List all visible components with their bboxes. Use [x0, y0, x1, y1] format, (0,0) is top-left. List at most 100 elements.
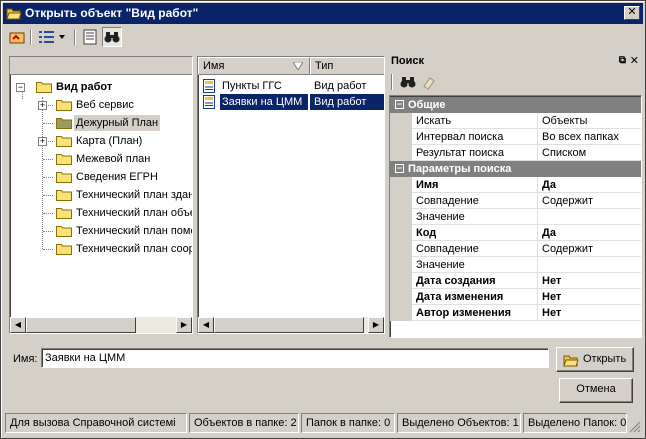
property-gutter: [390, 241, 412, 257]
search-binoculars-icon: [104, 32, 120, 43]
property-row[interactable]: Искать Объекты: [390, 113, 641, 129]
list-item[interactable]: Заявки на ЦММ Вид работ: [198, 94, 384, 110]
toolbar-separator: [74, 29, 76, 45]
tree-item[interactable]: + Карта (План): [10, 133, 192, 149]
property-row[interactable]: Совпадение Содержит: [390, 241, 641, 257]
up-folder-button[interactable]: [7, 27, 27, 47]
property-value[interactable]: Нет: [542, 273, 641, 289]
work-type-icon: [203, 79, 215, 93]
property-gutter: [390, 225, 412, 241]
property-value[interactable]: Нет: [542, 305, 641, 321]
expand-toggle[interactable]: +: [38, 137, 47, 146]
property-row[interactable]: Дата создания Нет: [390, 273, 641, 289]
clear-eraser-icon[interactable]: [421, 74, 437, 90]
find-binoculars-icon[interactable]: [399, 74, 417, 90]
tree-item[interactable]: Технический план соор: [10, 241, 192, 257]
scroll-right-button[interactable]: ▶: [368, 317, 384, 333]
property-key: Код: [416, 225, 538, 241]
tree-item-label: Карта (План): [76, 135, 143, 147]
column-header-type[interactable]: Тип: [310, 57, 384, 75]
property-row[interactable]: Совпадение Содержит: [390, 193, 641, 209]
tree-line: [43, 195, 53, 196]
collapse-toggle[interactable]: −: [395, 164, 404, 173]
list-horizontal-scrollbar[interactable]: ◀ ▶: [198, 317, 384, 333]
properties-button[interactable]: [80, 27, 100, 47]
tree-item[interactable]: Технический план поме: [10, 223, 192, 239]
column-header-name[interactable]: Имя: [198, 57, 310, 75]
list-item[interactable]: Пункты ГГС Вид работ: [198, 78, 384, 94]
scroll-thumb[interactable]: [214, 317, 364, 333]
folder-icon: [56, 190, 72, 201]
property-row[interactable]: Автор изменения Нет: [390, 305, 641, 321]
collapse-toggle[interactable]: −: [16, 83, 25, 92]
column-type-label: Тип: [315, 60, 334, 72]
property-value[interactable]: Нет: [542, 289, 641, 305]
tree-item-label: Технический план соор: [76, 243, 193, 255]
property-row[interactable]: Интервал поиска Во всех папках: [390, 129, 641, 145]
tree-item-label: Технический план здан: [76, 189, 193, 201]
tree-horizontal-scrollbar[interactable]: ◀ ▶: [10, 317, 192, 333]
property-value[interactable]: Объекты: [542, 113, 641, 129]
property-value[interactable]: Да: [542, 225, 641, 241]
status-folders-count: Папок в папке: 0: [301, 413, 395, 433]
property-row[interactable]: Значение: [390, 209, 641, 225]
property-key: Совпадение: [416, 193, 538, 209]
tree-item-label: Межевой план: [76, 153, 151, 165]
property-category[interactable]: − Параметры поиска: [390, 161, 641, 177]
open-object-dialog: Открыть объект "Вид работ" ✕ − Вид работ…: [0, 0, 646, 439]
close-panel-icon[interactable]: ✕: [630, 52, 639, 70]
window-title: Открыть объект "Вид работ": [25, 6, 199, 20]
property-value[interactable]: Содержит: [542, 241, 641, 257]
tree-item[interactable]: Технический план здан: [10, 187, 192, 203]
property-gutter: [390, 113, 412, 129]
list-item-type: Вид работ: [310, 94, 384, 110]
tree-line: [43, 231, 53, 232]
toolbar-separator: [30, 29, 32, 45]
scroll-left-button[interactable]: ◀: [198, 317, 214, 333]
property-row[interactable]: Дата изменения Нет: [390, 289, 641, 305]
property-value[interactable]: Во всех папках: [542, 129, 641, 145]
properties-icon: [83, 29, 97, 45]
search-panel: Поиск ⧉ ✕ − Общие Искать Объекты Интервал по…: [389, 52, 642, 338]
sort-arrow-icon: [293, 62, 303, 70]
scroll-left-button[interactable]: ◀: [10, 317, 26, 333]
property-value[interactable]: Да: [542, 177, 641, 193]
scroll-right-button[interactable]: ▶: [176, 317, 192, 333]
property-value[interactable]: Списком: [542, 145, 641, 161]
close-button[interactable]: ✕: [624, 6, 640, 20]
toolbar: [5, 27, 641, 49]
name-input[interactable]: [41, 348, 549, 368]
tree-item[interactable]: Технический план объе: [10, 205, 192, 221]
open-button[interactable]: Открыть: [556, 347, 634, 372]
folder-icon: [56, 172, 72, 183]
property-row[interactable]: Значение: [390, 257, 641, 273]
property-gutter: [390, 273, 412, 289]
tree-item[interactable]: + Веб сервис: [10, 97, 192, 113]
property-value[interactable]: Содержит: [542, 193, 641, 209]
tree-item[interactable]: Межевой план: [10, 151, 192, 167]
property-row[interactable]: Код Да: [390, 225, 641, 241]
property-key: Дата изменения: [416, 289, 538, 305]
scroll-thumb[interactable]: [26, 317, 136, 333]
view-mode-button[interactable]: [37, 27, 71, 47]
cancel-button[interactable]: Отмена: [559, 378, 633, 403]
resize-grip-icon[interactable]: [629, 421, 641, 433]
tree-item[interactable]: Дежурный План: [10, 115, 192, 131]
tree-line: [43, 177, 53, 178]
search-toggle-button[interactable]: [102, 27, 122, 47]
title-bar[interactable]: Открыть объект "Вид работ" ✕: [3, 3, 643, 24]
property-key: Результат поиска: [416, 145, 538, 161]
float-panel-icon[interactable]: ⧉: [619, 52, 626, 70]
tree-line: [43, 213, 53, 214]
folder-icon: [56, 118, 72, 129]
expand-toggle[interactable]: +: [38, 101, 47, 110]
property-row[interactable]: Имя Да: [390, 177, 641, 193]
column-name-label: Имя: [203, 60, 225, 72]
search-panel-header: Поиск ⧉ ✕: [389, 52, 642, 70]
property-gutter: [390, 193, 412, 209]
collapse-toggle[interactable]: −: [395, 100, 404, 109]
property-category[interactable]: − Общие: [390, 97, 641, 113]
tree-item-label: Веб сервис: [76, 99, 134, 111]
property-row[interactable]: Результат поиска Списком: [390, 145, 641, 161]
tree-item[interactable]: Сведения ЕГРН: [10, 169, 192, 185]
